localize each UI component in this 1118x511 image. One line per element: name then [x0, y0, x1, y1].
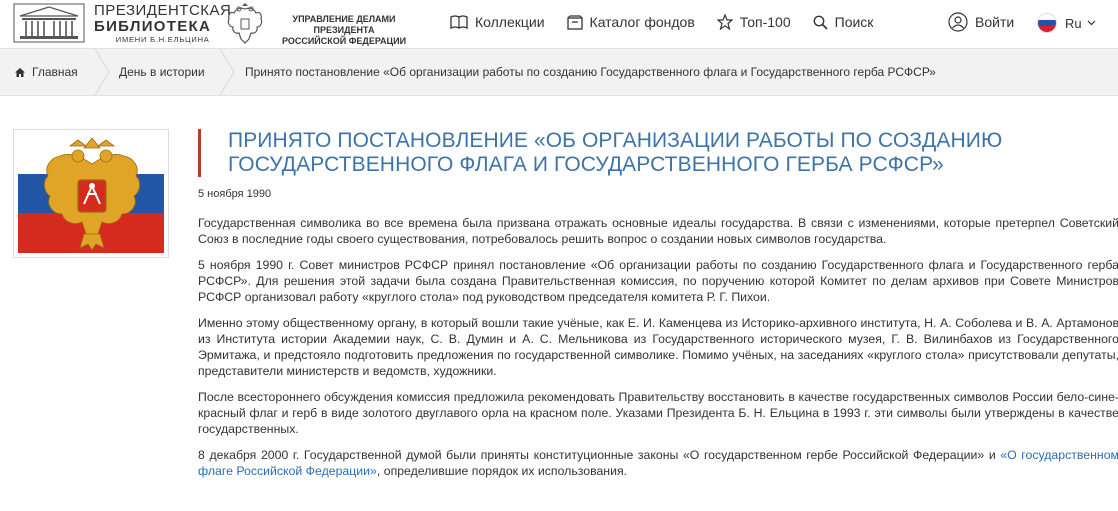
breadcrumb-separator: [219, 49, 235, 95]
main-nav: Коллекции Каталог фондов Топ-100 Поиск: [450, 14, 895, 30]
language-label: Ru: [1065, 15, 1082, 31]
nav-collections-label: Коллекции: [475, 14, 545, 30]
breadcrumb-section-label: День в истории: [119, 65, 205, 79]
breadcrumb-section[interactable]: День в истории: [119, 49, 205, 95]
article-paragraph: После всестороннего обсуждения комиссия …: [198, 390, 1118, 436]
book-icon: [450, 15, 468, 29]
article-title-block: Принято постановление «Об организации ра…: [198, 129, 1098, 177]
user-icon: [948, 12, 968, 32]
login-label: Войти: [975, 14, 1015, 30]
logo-line1: ПРЕЗИДЕНТСКАЯ: [94, 1, 232, 19]
article-title: Принято постановление «Об организации ра…: [228, 129, 1098, 177]
nav-catalog[interactable]: Каталог фондов: [566, 14, 695, 30]
article-body: Государственная символика во все времена…: [198, 215, 1118, 489]
russian-flag-with-coat-of-arms: [18, 134, 164, 254]
nav-collections[interactable]: Коллекции: [450, 14, 545, 30]
presidential-affairs-department[interactable]: УПРАВЛЕНИЕ ДЕЛАМИ ПРЕЗИДЕНТА РОССИЙСКОЙ …: [270, 14, 418, 47]
site-header: ПРЕЗИДЕНТСКАЯ БИБЛИОТЕКА ИМЕНИ Б.Н.ЕЛЬЦИ…: [0, 0, 1118, 48]
logo-line2: БИБЛИОТЕКА: [94, 17, 212, 35]
nav-catalog-label: Каталог фондов: [589, 14, 695, 30]
breadcrumb-separator: [94, 49, 110, 95]
library-logo[interactable]: ПРЕЗИДЕНТСКАЯ БИБЛИОТЕКА ИМЕНИ Б.Н.ЕЛЬЦИ…: [12, 2, 231, 44]
paragraph-text-end: , определившие порядок их использования.: [376, 464, 628, 478]
state-emblem-icon[interactable]: [226, 3, 264, 45]
nav-top100[interactable]: Топ-100: [716, 14, 791, 30]
login-button[interactable]: Войти: [948, 12, 1014, 32]
catalog-box-icon: [566, 14, 583, 30]
nav-search-label: Поиск: [834, 14, 874, 30]
home-icon: [15, 67, 25, 77]
breadcrumb-home-label: Главная: [32, 65, 78, 79]
breadcrumb-current-label: Принято постановление «Об организации ра…: [245, 65, 936, 79]
search-icon: [813, 15, 828, 30]
udp-line1: УПРАВЛЕНИЕ ДЕЛАМИ ПРЕЗИДЕНТА: [292, 14, 396, 35]
article-paragraph: Государственная символика во все времена…: [198, 216, 1118, 246]
breadcrumb: Главная День в истории Принято постановл…: [0, 48, 1118, 96]
breadcrumb-current: Принято постановление «Об организации ра…: [245, 49, 936, 95]
coat-of-arms-icon: [44, 137, 140, 251]
library-building-icon: [13, 3, 85, 43]
article-title-line1: Принято постановление «Об организации ра…: [228, 129, 1003, 152]
article-date: 5 ноября 1990: [198, 188, 272, 200]
article-paragraph: 5 ноября 1990 г. Совет министров РСФСР п…: [198, 258, 1118, 304]
udp-line2: РОССИЙСКОЙ ФЕДЕРАЦИИ: [281, 36, 407, 46]
nav-search[interactable]: Поиск: [813, 14, 874, 30]
language-selector[interactable]: Ru: [1037, 13, 1096, 33]
russian-flag-icon: [1037, 13, 1057, 33]
nav-top100-label: Топ-100: [739, 14, 791, 30]
article-image[interactable]: [13, 129, 169, 258]
library-logo-text: ПРЕЗИДЕНТСКАЯ БИБЛИОТЕКА ИМЕНИ Б.Н.ЕЛЬЦИ…: [94, 3, 231, 44]
article-paragraph: 8 декабря 2000 г. Государственной думой …: [198, 447, 1118, 479]
article-title-line2: Государственного флага и Государственног…: [228, 153, 944, 176]
star-icon: [716, 14, 733, 30]
article-paragraph: Именно этому общественному органу, в кот…: [198, 316, 1118, 378]
paragraph-text-start: 8 декабря 2000 г. Государственной думой …: [198, 448, 1001, 462]
breadcrumb-home[interactable]: Главная: [14, 49, 78, 95]
chevron-down-icon: [1087, 20, 1096, 26]
logo-line3: ИМЕНИ Б.Н.ЕЛЬЦИНА: [115, 34, 210, 44]
